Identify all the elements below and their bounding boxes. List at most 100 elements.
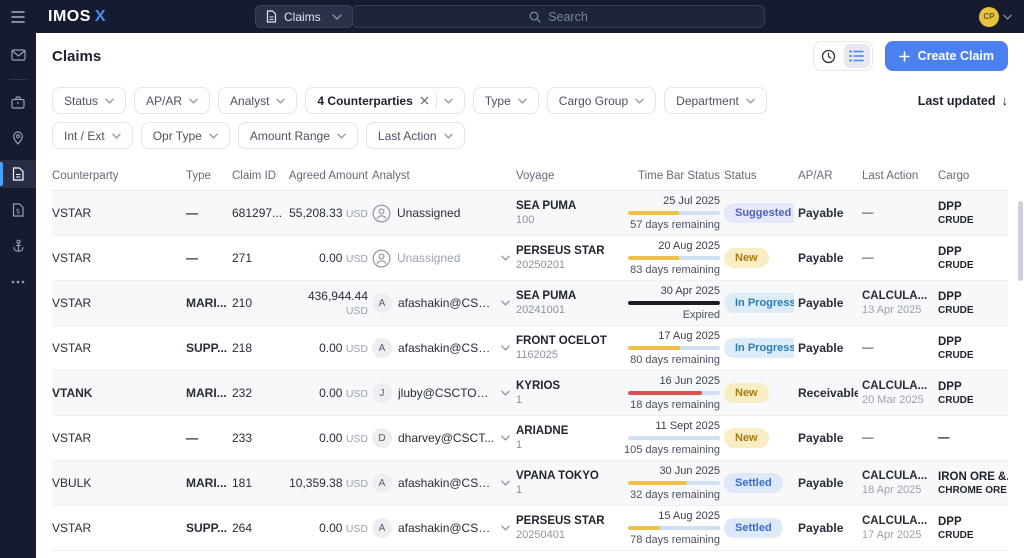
filter-chip-ap-ar[interactable]: AP/AR: [134, 87, 211, 114]
voyage-name: KYRIOS: [516, 380, 561, 392]
module-selector[interactable]: Claims: [255, 5, 353, 28]
cell-analyst[interactable]: Ddharvey@CSCT...: [372, 428, 512, 448]
cell-cargo: DPP CRUDE: [938, 516, 1008, 541]
voyage-name: ARIADNE: [516, 425, 569, 437]
chevron-down-icon[interactable]: [501, 525, 512, 531]
filter-chip-amount-range[interactable]: Amount Range: [237, 122, 358, 149]
hamburger-icon[interactable]: [0, 10, 36, 23]
filter-chip-4-counterparties[interactable]: 4 Counterparties: [305, 87, 465, 114]
sidebar-item-more[interactable]: [0, 268, 36, 296]
column-header-cargo[interactable]: Cargo: [938, 170, 1008, 182]
last-action-date: 18 Apr 2025: [862, 484, 922, 496]
filter-chip-analyst[interactable]: Analyst: [218, 87, 298, 114]
table-row[interactable]: VSTAR —233 0.00 USD Ddharvey@CSCT... ARIADNE…: [52, 416, 1008, 461]
cell-status: New: [724, 428, 794, 448]
time-bar-date: 20 Aug 2025: [658, 240, 720, 252]
cell-cargo: —: [938, 432, 1008, 444]
chevron-down-icon[interactable]: [501, 300, 512, 306]
chevron-down-icon[interactable]: [501, 390, 512, 396]
close-icon[interactable]: [420, 96, 429, 105]
filter-chip-department[interactable]: Department: [664, 87, 767, 114]
analyst-avatar: A: [372, 338, 392, 358]
table-body: VSTAR — 681297... 55,208.33 USD Unassigned SE…: [52, 191, 1008, 551]
page-header: Claims Create Claim: [36, 33, 1024, 79]
table-row[interactable]: VSTAR — 681297... 55,208.33 USD Unassigned SE…: [52, 191, 1008, 236]
column-header-counterparty[interactable]: Counterparty: [52, 170, 182, 182]
table-row[interactable]: VBULK MARI... 181 10,359.38 USD Aafashakin@C…: [52, 461, 1008, 506]
cell-analyst[interactable]: Unassigned: [372, 204, 512, 223]
cell-analyst[interactable]: Aafashakin@CSC...: [372, 518, 512, 538]
column-header-type[interactable]: Type: [186, 170, 228, 182]
claims-table: Counterparty Type Claim ID Agreed Amount Ana…: [36, 161, 1024, 551]
status-badge: New: [724, 248, 769, 268]
chevron-down-icon: [444, 98, 453, 104]
column-header-status[interactable]: Status: [724, 170, 794, 182]
clock-view-toggle[interactable]: [816, 44, 842, 68]
filter-chip-status[interactable]: Status: [52, 87, 127, 114]
chevron-down-icon[interactable]: [501, 480, 512, 486]
cell-voyage: ARIADNE 1: [516, 425, 620, 451]
column-header-claim-id[interactable]: Claim ID: [232, 170, 284, 182]
cell-analyst[interactable]: Jjluby@CSCTON...: [372, 383, 512, 403]
time-bar: [628, 256, 720, 260]
voyage-name: SEA PUMA: [516, 200, 577, 212]
sidebar-item-ports[interactable]: [0, 124, 36, 152]
page-title: Claims: [52, 47, 102, 65]
search-input[interactable]: Search: [352, 5, 765, 28]
chevron-down-icon: [111, 133, 121, 139]
cell-last-action: CALCULA... 18 Apr 2025: [862, 470, 934, 496]
cell-counterparty: VSTAR: [52, 431, 92, 445]
filter-chip-label: Int / Ext: [64, 128, 105, 143]
map-pin-icon: [12, 131, 24, 145]
cell-agreed-amount: 0.00 USD: [319, 341, 368, 355]
column-header-last-action[interactable]: Last Action: [862, 170, 934, 182]
chevron-down-icon[interactable]: [501, 255, 512, 261]
avatar: CP: [979, 6, 999, 27]
filter-chip-last-action[interactable]: Last Action: [365, 122, 465, 149]
view-toggle: [812, 41, 873, 71]
cell-apar: Payable: [798, 521, 844, 535]
filter-chip-int-ext[interactable]: Int / Ext: [52, 122, 133, 149]
filter-chip-label: 4 Counterparties: [317, 93, 413, 108]
cell-analyst[interactable]: Aafashakin@CSC...: [372, 293, 512, 313]
chevron-down-icon[interactable]: [501, 345, 512, 351]
vertical-scrollbar[interactable]: [1018, 201, 1023, 281]
voyage-number: 1162025: [516, 349, 559, 361]
cargo-main: DPP: [938, 290, 962, 303]
column-header-agreed-amount[interactable]: Agreed Amount: [288, 170, 368, 182]
table-row[interactable]: VSTAR — 271 0.00 USD Unassigned PERSEUS STAR 2…: [52, 236, 1008, 281]
column-header-time-bar-status[interactable]: Time Bar Status: [624, 170, 720, 182]
table-row[interactable]: VSTAR SUPP... 218 0.00 USD Aafashakin@CSC...…: [52, 326, 1008, 371]
sidebar-item-cargo[interactable]: [0, 88, 36, 116]
table-row[interactable]: VSTAR MARI... 210 436,944.44 USD Aafashakin@…: [52, 281, 1008, 326]
cell-last-action: —: [862, 432, 934, 444]
create-claim-button[interactable]: Create Claim: [884, 41, 1008, 71]
column-header-analyst[interactable]: Analyst: [372, 170, 512, 182]
cell-last-action: —: [862, 342, 934, 354]
module-label: Claims: [284, 9, 321, 24]
sidebar-item-vessels[interactable]: [0, 232, 36, 260]
user-menu[interactable]: CP: [979, 6, 1012, 27]
sidebar-item-invoices[interactable]: $: [0, 196, 36, 224]
sidebar-item-mail[interactable]: [0, 41, 36, 69]
column-header-voyage[interactable]: Voyage: [516, 170, 620, 182]
chevron-down-icon[interactable]: [501, 435, 512, 441]
cell-analyst[interactable]: Aafashakin@CSC...: [372, 338, 512, 358]
mail-icon: [10, 49, 26, 61]
filter-chip-type[interactable]: Type: [472, 87, 539, 114]
cell-analyst[interactable]: Unassigned: [372, 249, 512, 268]
filter-chip-opr-type[interactable]: Opr Type: [140, 122, 230, 149]
cell-analyst[interactable]: Aafashakin@CSC...: [372, 473, 512, 493]
filter-chip-cargo-group[interactable]: Cargo Group: [546, 87, 657, 114]
status-badge: New: [724, 383, 769, 403]
table-row[interactable]: VTANK MARI... 232 0.00 USD Jjluby@CSCTON... K…: [52, 371, 1008, 416]
time-bar: [628, 481, 720, 485]
person-icon: [372, 249, 391, 268]
table-row[interactable]: VSTAR SUPP... 264 0.00 USD Aafashakin@CSC...…: [52, 506, 1008, 551]
sort-control[interactable]: Last updated ↓: [918, 93, 1008, 108]
cell-last-action: CALCULA... 17 Apr 2025: [862, 515, 934, 541]
cell-time-bar-status: 15 Aug 2025 78 days remaining: [624, 510, 720, 546]
list-view-toggle[interactable]: [843, 44, 870, 68]
column-header-ap-ar[interactable]: AP/AR: [798, 170, 858, 182]
sidebar-item-claims[interactable]: [0, 160, 36, 188]
